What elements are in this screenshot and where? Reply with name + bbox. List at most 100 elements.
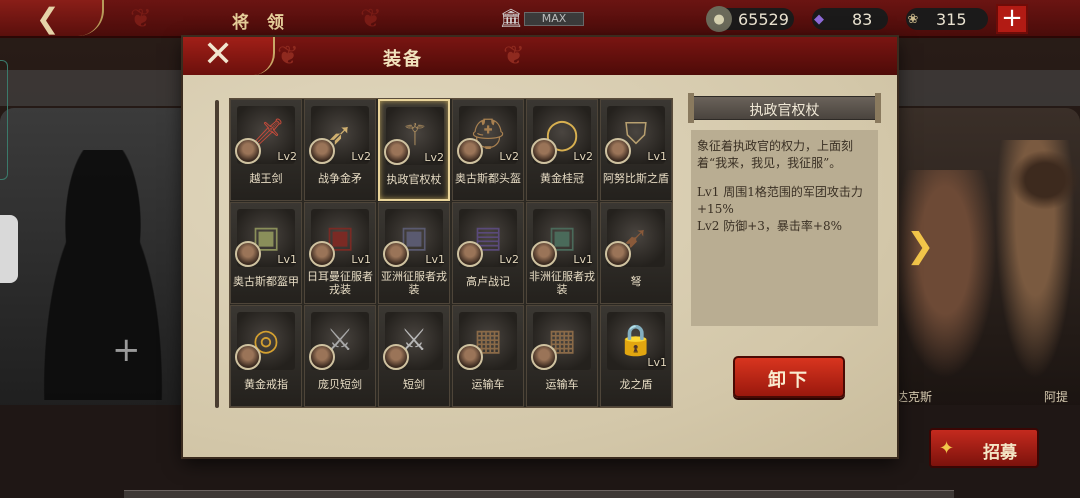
- side-handle[interactable]: [0, 215, 18, 283]
- owner-avatar: [531, 344, 557, 370]
- owner-avatar: [309, 138, 335, 164]
- dialog-header: ❦ 装备 ❦ ✕: [183, 34, 897, 75]
- item-name: 执政官权杖: [386, 173, 442, 186]
- close-icon: ✕: [203, 34, 234, 75]
- equipment-slot[interactable]: 🔒 Lv1 龙之盾: [600, 305, 672, 407]
- back-button[interactable]: ❮: [0, 0, 104, 36]
- item-level: Lv2: [351, 150, 371, 163]
- food-value: 315: [936, 9, 967, 29]
- unequip-button[interactable]: 卸下: [733, 356, 845, 398]
- item-level: Lv1: [351, 253, 371, 266]
- owner-avatar: [309, 241, 335, 267]
- owner-avatar: [605, 241, 631, 267]
- equipment-slot[interactable]: ➶ Lv2 战争金矛: [304, 99, 376, 201]
- item-name: 龙之盾: [619, 378, 653, 391]
- item-level: Lv2: [499, 150, 519, 163]
- recruit-button[interactable]: ✦ 招募: [929, 428, 1039, 468]
- hero-name: 阿提: [1044, 390, 1069, 404]
- laurel-left-icon: ❦: [130, 4, 152, 34]
- gem-counter: ◆ 83: [812, 8, 888, 30]
- item-name: 奥古斯都头盔: [455, 172, 521, 185]
- item-name: 亚洲征服者戎装: [381, 270, 447, 296]
- item-level: Lv1: [647, 150, 667, 163]
- equipment-slot[interactable]: 🗡 Lv2 越王剑: [230, 99, 302, 201]
- owner-avatar: [605, 138, 631, 164]
- unequip-label: 卸下: [768, 370, 810, 391]
- side-tab[interactable]: [0, 60, 8, 180]
- equipment-slot[interactable]: ▣ Lv1 亚洲征服者戎装: [378, 202, 450, 304]
- item-level: Lv1: [277, 253, 297, 266]
- item-name: 越王剑: [249, 172, 283, 185]
- item-name: 奥古斯都盔甲: [233, 275, 299, 288]
- hero-portrait: [885, 170, 1005, 400]
- next-arrow-icon[interactable]: ❯: [906, 226, 940, 266]
- equipment-slot[interactable]: ▤ Lv2 高卢战记: [452, 202, 524, 304]
- equipment-slot[interactable]: ▣ Lv1 非洲征服者戎装: [526, 202, 598, 304]
- item-level: Lv2: [499, 253, 519, 266]
- owner-avatar: [383, 241, 409, 267]
- equipment-slot[interactable]: ⚔ 庞贝短剑: [304, 305, 376, 407]
- owner-avatar: [457, 138, 483, 164]
- item-name: 阿努比斯之盾: [603, 172, 669, 185]
- equipment-slot[interactable]: ▦ 运输车: [526, 305, 598, 407]
- detail-header: 执政官权杖: [688, 93, 881, 123]
- owner-avatar: [384, 139, 410, 165]
- equipment-slot[interactable]: ➹ 弩: [600, 202, 672, 304]
- item-level: Lv1: [573, 253, 593, 266]
- bottom-tabs[interactable]: [124, 490, 954, 498]
- equipment-slot[interactable]: ⛑ Lv2 奥古斯都头盔: [452, 99, 524, 201]
- capacity-label: MAX: [541, 12, 567, 25]
- buy-resources-button[interactable]: +: [996, 4, 1028, 34]
- item-name: 日耳曼征服者戎装: [307, 270, 373, 296]
- item-name: 弩: [630, 275, 642, 288]
- detail-title: 执政官权杖: [749, 103, 820, 119]
- item-name: 运输车: [545, 378, 579, 391]
- item-level: Lv2: [277, 150, 297, 163]
- scrollbar[interactable]: [215, 100, 219, 408]
- item-name: 战争金矛: [318, 172, 362, 185]
- item-level: Lv1: [647, 356, 667, 369]
- item-name: 非洲征服者戎装: [529, 270, 595, 296]
- coin-icon: ●: [706, 6, 732, 32]
- item-name: 运输车: [471, 378, 505, 391]
- equipment-slot[interactable]: ◯ Lv2 黄金桂冠: [526, 99, 598, 201]
- item-level: Lv2: [573, 150, 593, 163]
- owner-avatar: [309, 344, 335, 370]
- close-button[interactable]: ✕: [183, 34, 275, 75]
- laurel-right-icon: ❦: [503, 41, 525, 71]
- item-name: 黄金桂冠: [540, 172, 584, 185]
- equipment-slot[interactable]: ▣ Lv1 日耳曼征服者戎装: [304, 202, 376, 304]
- item-level: Lv2: [424, 151, 444, 164]
- equipment-slot[interactable]: ⚔ 短剑: [378, 305, 450, 407]
- gold-counter: ● 65529: [706, 6, 794, 32]
- owner-avatar: [457, 344, 483, 370]
- owner-avatar: [457, 241, 483, 267]
- equipment-slot[interactable]: ▣ Lv1 奥古斯都盔甲: [230, 202, 302, 304]
- top-bar: ❮ ❦ 将 领 ❦ 🏛 MAX ● 65529 ◆ 83 ❀ 315 +: [0, 0, 1080, 38]
- recruit-label: 招募: [983, 443, 1017, 463]
- owner-avatar: [531, 138, 557, 164]
- item-name: 庞贝短剑: [318, 378, 362, 391]
- equipment-slot[interactable]: ◎ 黄金戒指: [230, 305, 302, 407]
- item-name: 黄金戒指: [244, 378, 288, 391]
- effect-level-2: Lv2 防御+3，暴击率+8%: [697, 219, 842, 233]
- equipment-slot[interactable]: ⚚ Lv2 执政官权杖: [378, 99, 450, 201]
- hero-name: 达克斯: [896, 390, 933, 404]
- page-title: 将 领: [232, 13, 290, 33]
- back-arrow-icon: ❮: [36, 2, 60, 35]
- equipment-slot[interactable]: ▦ 运输车: [452, 305, 524, 407]
- owner-avatar: [235, 241, 261, 267]
- owner-avatar: [383, 344, 409, 370]
- add-general-icon[interactable]: +: [112, 330, 141, 370]
- equipment-slot[interactable]: ⛉ Lv1 阿努比斯之盾: [600, 99, 672, 201]
- detail-description: 象征着执政官的权力，上面刻着“我来，我见，我征服”。 Lv1 周围1格范围的军团…: [691, 130, 878, 326]
- item-level: Lv1: [425, 253, 445, 266]
- hero-hat: [1010, 150, 1080, 210]
- laurel-right-icon: ❦: [360, 4, 382, 34]
- temple-icon: 🏛: [499, 8, 523, 29]
- item-name: 高卢战记: [466, 275, 510, 288]
- general-silhouette: [28, 150, 178, 400]
- equipment-grid: 🗡 Lv2 越王剑 ➶ Lv2 战争金矛 ⚚ Lv2 执政官权杖 ⛑ Lv2 奥古斯都头盔 ◯ Lv2 黄金…: [229, 98, 673, 408]
- wheat-icon: ❀: [907, 11, 919, 27]
- owner-avatar: [235, 344, 261, 370]
